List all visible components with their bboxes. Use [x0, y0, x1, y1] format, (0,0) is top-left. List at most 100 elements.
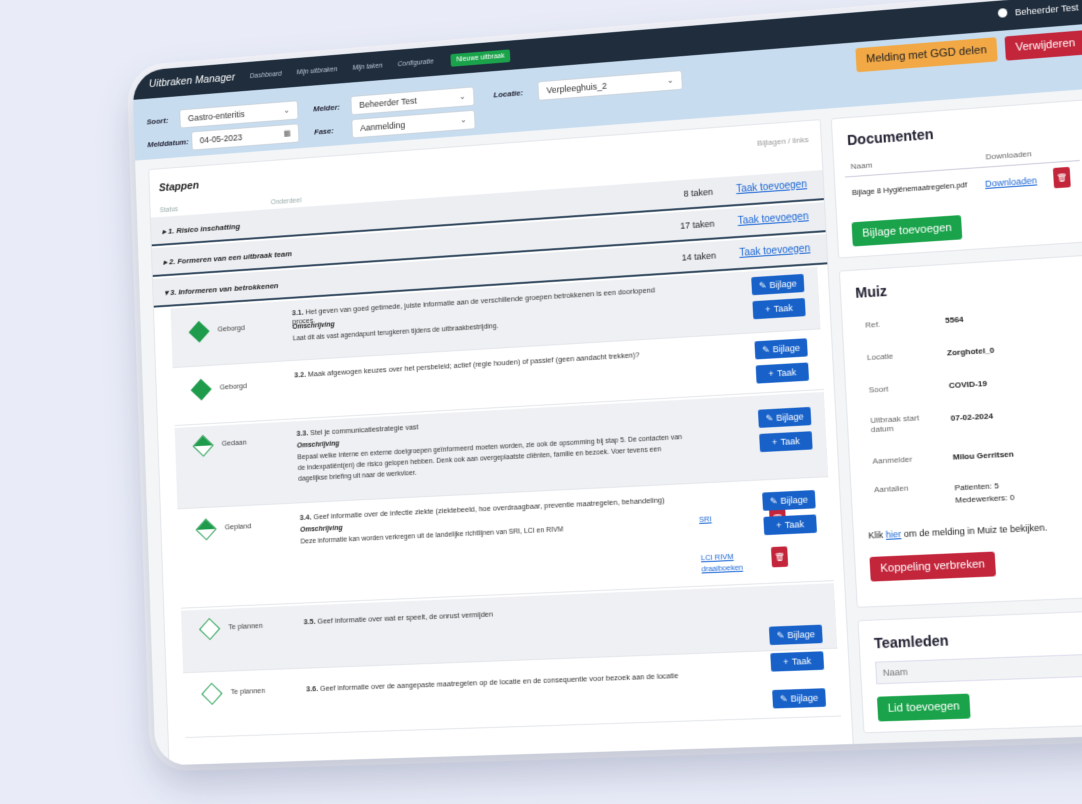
col-onderdeel: Onderdeel — [270, 197, 302, 207]
chevron-down-icon: ⌄ — [460, 115, 467, 125]
link-sri[interactable]: SRI — [699, 513, 712, 525]
step-title: ▾ 3. Informeren van betrokkenen — [164, 281, 279, 298]
add-task-link[interactable]: Taak toevoegen — [739, 243, 811, 259]
col-status: Status — [159, 206, 179, 215]
bijlage-button[interactable]: ✎ Bijlage — [751, 273, 805, 296]
chevron-down-icon: ⌄ — [666, 75, 674, 85]
add-member-button[interactable]: Lid toevoegen — [876, 693, 971, 722]
bijlage-button[interactable]: ✎ Bijlage — [762, 490, 816, 511]
task-title: 3.6. Geef informatie over de aangepaste … — [305, 670, 679, 694]
documents-panel: Documenten Naam Downloaden Bijlage 8 Hyg… — [830, 99, 1082, 259]
melder-value: Beheerder Test — [359, 95, 418, 110]
melder-label: Melder: — [313, 102, 341, 114]
team-name-input[interactable] — [875, 653, 1082, 685]
melddatum-input[interactable]: 04-05-2023 ▦ — [191, 123, 300, 151]
chevron-down-icon: ⌄ — [283, 105, 290, 115]
add-attachment-button[interactable]: Bijlage toevoegen — [851, 215, 963, 247]
step-task-count: 17 taken — [679, 218, 715, 231]
locatie-value: Verpleeghuis_2 — [546, 80, 608, 96]
step-task-count: 8 taken — [683, 186, 714, 199]
nav-dashboard[interactable]: Dashboard — [250, 70, 282, 79]
share-ggd-button[interactable]: Melding met GGD delen — [855, 37, 998, 73]
task-title: 3.3. Stel je communicatiestrategie vast — [296, 422, 419, 438]
step-task-count: 14 taken — [681, 250, 717, 263]
team-title: Teamleden — [873, 632, 950, 652]
row-label: Locatie — [866, 351, 894, 363]
task-status: Gepland — [224, 521, 252, 532]
task-status: Te plannen — [230, 685, 266, 697]
paperclip-icon: ✎ — [769, 495, 778, 506]
bijlage-button[interactable]: ✎ Bijlage — [772, 688, 827, 709]
plus-icon: + — [771, 437, 778, 448]
trash-icon[interactable]: 🗑 — [1052, 166, 1071, 189]
plus-icon: + — [783, 656, 789, 668]
download-link[interactable]: Downloaden — [985, 175, 1037, 189]
tablet-frame: Uitbraken Manager Dashboard Mijn uitbrak… — [132, 0, 1082, 766]
add-task-link[interactable]: Taak toevoegen — [737, 211, 808, 227]
status-te-plannen-icon — [201, 682, 223, 705]
row-label: Soort — [868, 384, 889, 395]
fase-label: Fase: — [313, 126, 334, 137]
steps-panel: Stappen Bijlagen / links Status Onderdee… — [148, 119, 856, 766]
soort-value: COVID-19 — [948, 378, 988, 391]
muiz-panel: Muiz Ref. 5564 Locatie Zorghotel_0 Soort… — [838, 254, 1082, 608]
chevron-down-icon: ⌄ — [459, 91, 466, 102]
status-gepland-icon — [195, 518, 217, 541]
trash-icon[interactable]: 🗑 — [770, 546, 789, 568]
file-name: Bijlage 8 Hygiënemaatregelen.pdf — [851, 180, 968, 198]
task-status: Geborgd — [219, 381, 248, 392]
link-lci-rivm[interactable]: LCI RIVM draaiboeken — [701, 550, 750, 574]
start-date-value: 07-02-2024 — [950, 411, 994, 423]
nav-nieuwe-uitbraak-button[interactable]: Nieuwe uitbraak — [450, 48, 511, 67]
user-name: Beheerder Test — [1014, 1, 1079, 17]
task-desc-heading: Omschrijving — [292, 321, 335, 331]
patienten-value: Patienten: 5 — [954, 481, 1000, 493]
taak-button[interactable]: + Taak — [763, 514, 817, 536]
delete-button[interactable]: Verwijderen — [1004, 30, 1082, 61]
locatie-label: Locatie: — [493, 88, 524, 100]
taak-button[interactable]: + Taak — [759, 431, 813, 453]
user-menu[interactable]: Beheerder Test ⌄ — [997, 0, 1082, 19]
unlink-button[interactable]: Koppeling verbreken — [869, 551, 996, 582]
medewerkers-value: Medewerkers: 0 — [954, 492, 1015, 505]
aanmelder-value: Milou Gerritsen — [952, 449, 1015, 462]
attachments-hint: Bijlagen / links — [757, 134, 809, 148]
step-title: ▸ 1. Risico inschatting — [162, 221, 241, 237]
app-title[interactable]: Uitbraken Manager — [149, 72, 235, 90]
plus-icon: + — [765, 304, 771, 315]
nav-mijn-taken[interactable]: Mijn taken — [352, 62, 382, 71]
melddatum-label: Melddatum: — [147, 137, 189, 150]
row-label: Aantallen — [873, 483, 909, 495]
plus-icon: + — [768, 368, 775, 379]
task-description: Deze informatie kan worden verkregen uit… — [300, 526, 564, 546]
paperclip-icon: ✎ — [761, 344, 770, 355]
nav-configuratie[interactable]: Configuratie — [398, 58, 434, 68]
bijlage-button[interactable]: ✎ Bijlage — [754, 338, 808, 360]
status-te-plannen-icon — [199, 617, 221, 641]
ref-value: 5564 — [944, 314, 964, 325]
taak-button[interactable]: + Taak — [755, 362, 810, 384]
col-downloaden: Downloaden — [985, 149, 1032, 162]
muiz-link[interactable]: hier — [885, 529, 901, 540]
muiz-link-text: Klik hier om de melding in Muiz te bekij… — [868, 522, 1048, 541]
backdrop: Uitbraken Manager Dashboard Mijn uitbrak… — [0, 0, 1082, 804]
fase-select[interactable]: Aanmelding ⌄ — [351, 109, 476, 139]
status-geborgd-icon — [190, 378, 212, 401]
soort-value: Gastro-enteritis — [187, 109, 245, 124]
plus-icon: + — [776, 520, 782, 531]
task-status: Gedaan — [221, 437, 247, 448]
add-task-link[interactable]: Taak toevoegen — [736, 179, 807, 195]
col-naam: Naam — [850, 160, 873, 172]
task-status: Te plannen — [228, 620, 263, 632]
taak-button[interactable]: + Taak — [752, 298, 806, 320]
locatie-select[interactable]: Verpleeghuis_2 ⌄ — [537, 69, 683, 101]
bijlage-button[interactable]: ✎ Bijlage — [768, 624, 823, 646]
row-label: Ref. — [864, 319, 881, 330]
muiz-title: Muiz — [854, 282, 888, 301]
soort-label: Soort: — [146, 116, 169, 127]
taak-button[interactable]: + Taak — [770, 651, 825, 672]
nav-mijn-uitbraken[interactable]: Mijn uitbraken — [296, 66, 337, 76]
paperclip-icon: ✎ — [779, 693, 788, 704]
task-status: Geborgd — [217, 323, 245, 334]
bijlage-button[interactable]: ✎ Bijlage — [757, 406, 812, 428]
